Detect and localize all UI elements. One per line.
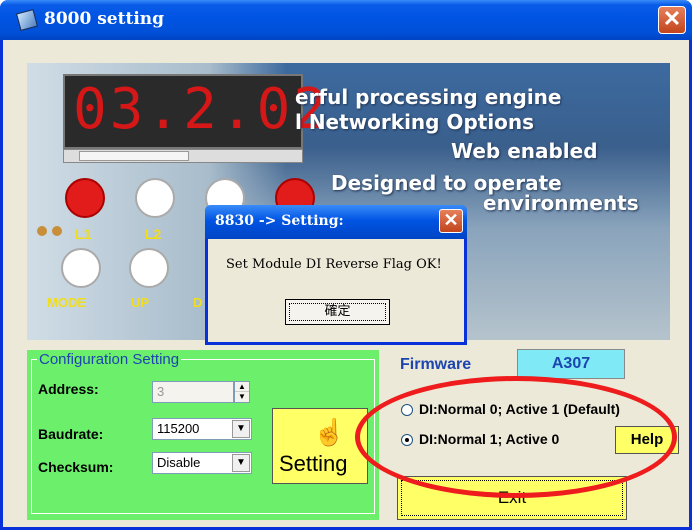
setting-button[interactable]: ☝ Setting bbox=[272, 408, 368, 484]
focus-rect bbox=[401, 480, 623, 516]
led-digits: 03.2.02 bbox=[73, 77, 331, 142]
banner-line-5: environments bbox=[483, 191, 639, 215]
di-option-2-radio[interactable] bbox=[401, 434, 413, 446]
di-option-1-label[interactable]: DI:Normal 0; Active 1 (Default) bbox=[419, 401, 620, 417]
focus-rect bbox=[289, 303, 386, 321]
dialog-title: 8830 -> Setting: bbox=[215, 213, 344, 229]
chevron-down-icon[interactable]: ▼ bbox=[232, 420, 250, 438]
dialog-title-bar[interactable]: 8830 -> Setting: ✕ bbox=[205, 205, 467, 239]
label-mode: MODE bbox=[47, 295, 86, 310]
mode-button-graphic bbox=[61, 248, 101, 288]
di-option-1-radio[interactable] bbox=[401, 404, 413, 416]
exit-button[interactable]: Exit bbox=[397, 476, 627, 520]
spin-down-icon[interactable]: ▼ bbox=[235, 392, 249, 402]
label-l1: L1 bbox=[75, 226, 92, 242]
panel-dot bbox=[52, 226, 62, 236]
banner-line-1: erful processing engine bbox=[295, 85, 562, 109]
panel-dot bbox=[37, 226, 47, 236]
baudrate-label: Baudrate: bbox=[38, 426, 104, 442]
up-button-graphic bbox=[129, 248, 169, 288]
checksum-label: Checksum: bbox=[38, 459, 114, 475]
address-input[interactable]: 3 bbox=[152, 381, 234, 403]
baudrate-value: 115200 bbox=[157, 421, 200, 436]
checksum-value: Disable bbox=[157, 455, 201, 470]
dialog-message: Set Module DI Reverse Flag OK! bbox=[226, 257, 442, 272]
spin-up-icon[interactable]: ▲ bbox=[235, 382, 249, 392]
address-spinner[interactable]: ▲ ▼ bbox=[234, 381, 250, 403]
led-display: 03.2.02 bbox=[63, 74, 327, 149]
configuration-group: Configuration Setting Address: 3 ▲ ▼ Bau… bbox=[27, 350, 379, 520]
message-dialog: 8830 -> Setting: ✕ Set Module DI Reverse… bbox=[205, 205, 467, 345]
banner-line-2: l Networking Options bbox=[295, 110, 535, 134]
label-l2: L2 bbox=[145, 226, 162, 242]
chevron-down-icon[interactable]: ▼ bbox=[232, 454, 250, 472]
close-button[interactable]: ✕ bbox=[658, 6, 686, 34]
banner-line-3: Web enabled bbox=[451, 139, 598, 163]
baudrate-select[interactable]: 115200 ▼ bbox=[152, 418, 252, 440]
app-icon bbox=[15, 8, 39, 32]
label-d: D bbox=[193, 295, 203, 310]
address-label: Address: bbox=[38, 381, 99, 397]
title-bar[interactable]: 8000 setting ✕ bbox=[0, 0, 692, 40]
help-button[interactable]: Help bbox=[615, 426, 679, 454]
led-l2-indicator bbox=[135, 178, 175, 218]
checksum-select[interactable]: Disable ▼ bbox=[152, 452, 252, 474]
led-l1-indicator bbox=[65, 178, 105, 218]
led-scrollbar bbox=[63, 149, 303, 163]
di-option-2-label[interactable]: DI:Normal 1; Active 0 bbox=[419, 431, 559, 447]
firmware-label: Firmware bbox=[400, 356, 472, 373]
firmware-value: A307 bbox=[517, 349, 625, 379]
dialog-close-button[interactable]: ✕ bbox=[439, 209, 463, 233]
hand-pointer-icon: ☝ bbox=[313, 417, 346, 447]
label-up: UP bbox=[131, 295, 150, 310]
dialog-ok-button[interactable]: 確定 bbox=[285, 299, 390, 325]
setting-button-label: Setting bbox=[279, 451, 348, 476]
window-title: 8000 setting bbox=[44, 9, 165, 29]
group-legend: Configuration Setting bbox=[37, 351, 182, 368]
